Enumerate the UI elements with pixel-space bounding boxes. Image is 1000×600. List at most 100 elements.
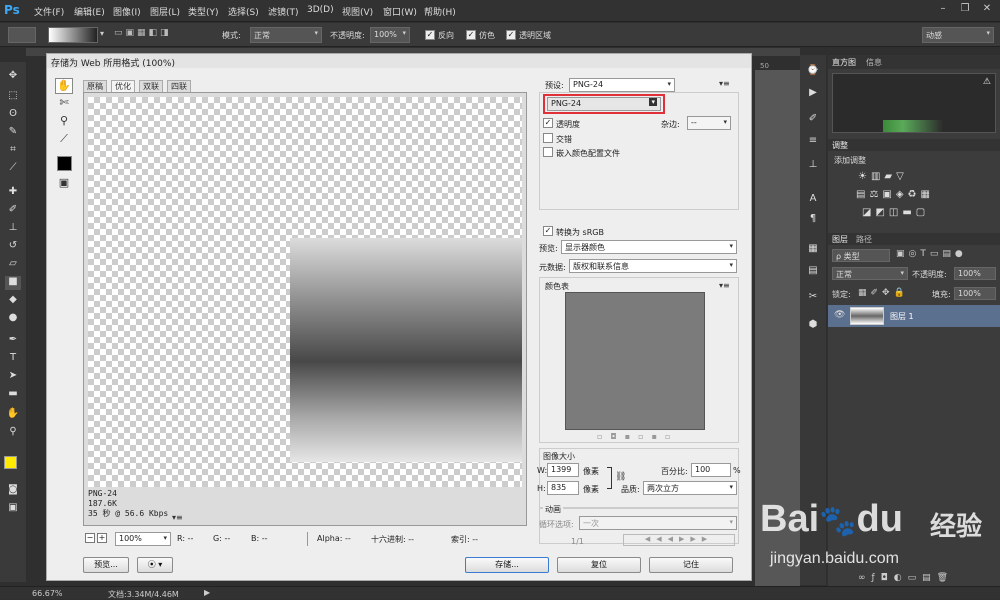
tab-histogram[interactable]: 直方图 — [832, 57, 856, 69]
gradient-type-icons[interactable]: ▭▣▦◧◨ — [114, 28, 194, 42]
lasso-tool-icon[interactable]: ʘ — [5, 108, 21, 122]
tab-layers[interactable]: 图层 — [832, 234, 848, 246]
adjustment-icons-row3[interactable]: ◪◩◫▬▢ — [862, 207, 929, 218]
preview-button[interactable]: 预览... — [83, 557, 129, 573]
menu-view[interactable]: 视图(V) — [342, 5, 373, 18]
tab-adjustments[interactable]: 调整 — [832, 140, 848, 152]
eyedropper-color[interactable] — [57, 156, 72, 171]
tab-info[interactable]: 信息 — [866, 57, 882, 69]
blend-mode-select[interactable]: 正常 ▾ — [832, 267, 908, 280]
menu-help[interactable]: 帮助(H) — [424, 5, 456, 18]
preview-mode-select[interactable]: 显示器颜色 ▾ — [561, 240, 737, 254]
opacity-input[interactable]: 100% ▾ — [370, 27, 410, 43]
swatches-icon[interactable]: ▦ — [805, 243, 821, 257]
clone-source-icon[interactable]: ⊥ — [805, 159, 821, 173]
tab-4up[interactable]: 四联 — [167, 80, 191, 92]
zoom-in-button[interactable]: + — [97, 533, 107, 543]
zoom-select[interactable]: 100% ▾ — [115, 532, 171, 546]
preset-menu-icon[interactable]: ▾≡ — [719, 79, 730, 88]
eraser-tool-icon[interactable]: ▱ — [5, 258, 21, 272]
height-input[interactable]: 835 — [547, 481, 579, 495]
format-select[interactable]: PNG-24 ▾ — [547, 97, 661, 111]
preset-select[interactable]: PNG-24 ▾ — [569, 78, 675, 92]
remember-button[interactable]: 记住 — [649, 557, 733, 573]
adjustment-icons-row1[interactable]: ☀▥▰▽ — [858, 171, 908, 182]
menu-type[interactable]: 类型(Y) — [188, 5, 219, 18]
brush-presets-icon[interactable]: ✐ — [805, 113, 821, 127]
preview-menu-icon[interactable]: ▾≡ — [172, 513, 183, 522]
tab-paths[interactable]: 路径 — [856, 234, 872, 246]
preview-canvas[interactable] — [88, 97, 522, 487]
gradient-preview[interactable] — [48, 27, 98, 43]
percent-input[interactable]: 100 — [691, 463, 731, 477]
workspace-select[interactable]: 动感 ▾ — [922, 27, 994, 43]
quick-mask-icon[interactable]: ◙ — [5, 484, 21, 498]
fill-input[interactable]: 100% — [954, 287, 996, 300]
paragraph-panel-icon[interactable]: ¶ — [805, 213, 821, 227]
menu-window[interactable]: 窗口(W) — [383, 5, 417, 18]
hand-tool-icon[interactable]: ✋ — [55, 78, 73, 94]
close-icon[interactable]: ✕ — [978, 3, 996, 17]
hand-tool-icon[interactable]: ✋ — [5, 408, 21, 422]
reset-button[interactable]: 复位 — [557, 557, 641, 573]
browser-select[interactable]: ⦿ ▾ — [137, 557, 173, 573]
matte-select[interactable]: -- ▾ — [687, 116, 731, 130]
status-arrow-icon[interactable]: ▶ — [204, 588, 210, 597]
tools-extra-icon[interactable]: ✂ — [805, 291, 821, 305]
brush-tool-icon[interactable]: ✐ — [5, 204, 21, 218]
save-button[interactable]: 存储... — [465, 557, 549, 573]
color-table-tool-icons[interactable]: ▫◘▪▫▪▫ — [597, 432, 678, 441]
quick-select-tool-icon[interactable]: ✎ — [5, 126, 21, 140]
menu-file[interactable]: 文件(F) — [34, 5, 64, 18]
3d-panel-icon[interactable]: ⬢ — [805, 319, 821, 333]
eye-icon[interactable]: 👁 — [834, 310, 845, 320]
mode-select[interactable]: 正常 ▾ — [250, 27, 322, 43]
healing-tool-icon[interactable]: ✚ — [5, 186, 21, 200]
tab-2up[interactable]: 双联 — [139, 80, 163, 92]
dodge-tool-icon[interactable]: ● — [5, 312, 21, 326]
embed-profile-checkbox[interactable] — [543, 147, 553, 157]
menu-3d[interactable]: 3D(D) — [307, 5, 334, 15]
path-select-icon[interactable]: ➤ — [5, 370, 21, 384]
pen-tool-icon[interactable]: ✒ — [5, 334, 21, 348]
layer-filter-icons[interactable]: ▣◎T▭▤● — [896, 249, 967, 259]
convert-srgb-checkbox[interactable]: ✓ — [543, 226, 553, 236]
zoom-out-button[interactable]: − — [85, 533, 95, 543]
reverse-checkbox[interactable]: ✓ — [425, 30, 435, 40]
menu-edit[interactable]: 编辑(E) — [74, 5, 105, 18]
actions-panel-icon[interactable]: ▶ — [805, 87, 821, 101]
brush-panel-icon[interactable]: ≡ — [805, 135, 821, 149]
shape-tool-icon[interactable]: ▬ — [5, 388, 21, 402]
gradient-tool-icon[interactable]: ■ — [5, 276, 21, 290]
quality-select[interactable]: 两次立方 ▾ — [643, 481, 737, 495]
layer-opacity-input[interactable]: 100% — [954, 267, 996, 280]
chevron-down-icon[interactable]: ▾ — [100, 29, 104, 38]
gradient-tool-icon[interactable] — [8, 27, 36, 43]
menu-image[interactable]: 图像(I) — [113, 5, 141, 18]
character-panel-icon[interactable]: A — [805, 193, 821, 207]
color-table-menu-icon[interactable]: ▾≡ — [719, 281, 730, 290]
transparency-checkbox[interactable]: ✓ — [506, 30, 516, 40]
history-brush-icon[interactable]: ↺ — [5, 240, 21, 254]
menu-select[interactable]: 选择(S) — [228, 5, 259, 18]
foreground-color[interactable] — [4, 456, 17, 469]
menu-layer[interactable]: 图层(L) — [150, 5, 180, 18]
dither-checkbox[interactable]: ✓ — [466, 30, 476, 40]
interlaced-checkbox[interactable] — [543, 133, 553, 143]
adjustment-icons-row2[interactable]: ▤⚖▣◈♻▦ — [856, 189, 934, 200]
animation-controls[interactable]: ◀◀◀▶▶▶ — [623, 534, 735, 546]
marquee-tool-icon[interactable]: ⬚ — [5, 90, 21, 104]
width-input[interactable]: 1399 — [547, 463, 579, 477]
restore-icon[interactable]: ❐ — [956, 3, 974, 17]
stamp-tool-icon[interactable]: ⊥ — [5, 222, 21, 236]
zoom-tool-icon[interactable]: ⚲ — [55, 114, 73, 130]
minimize-icon[interactable]: – — [934, 3, 952, 17]
move-tool-icon[interactable]: ✥ — [5, 70, 21, 84]
link-icon[interactable]: ⛓ — [615, 472, 626, 482]
blur-tool-icon[interactable]: ◆ — [5, 294, 21, 308]
crop-tool-icon[interactable]: ⌗ — [5, 144, 21, 158]
warning-icon[interactable]: ⚠ — [983, 77, 991, 87]
styles-icon[interactable]: ▤ — [805, 265, 821, 279]
toggle-slices-icon[interactable]: ▣ — [55, 176, 73, 192]
screen-mode-icon[interactable]: ▣ — [5, 502, 21, 516]
